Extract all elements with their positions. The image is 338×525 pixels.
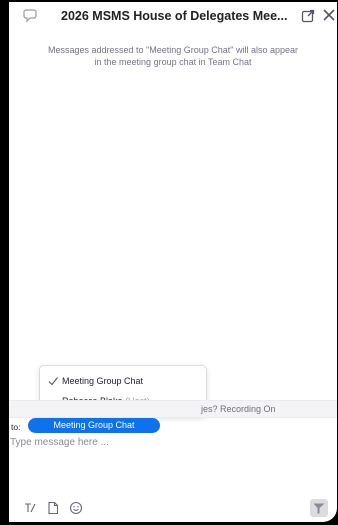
file-icon[interactable] xyxy=(46,501,60,515)
recipient-option-meeting-group-chat[interactable]: Meeting Group Chat xyxy=(40,372,206,390)
popout-icon[interactable] xyxy=(301,9,315,23)
chat-title: 2026 MSMS House of Delegates Mee... xyxy=(61,9,288,23)
recipient-selector-button[interactable]: Meeting Group Chat xyxy=(28,418,160,433)
recipient-option-label: Meeting Group Chat xyxy=(62,376,144,386)
group-chat-notice: Messages addressed to "Meeting Group Cha… xyxy=(47,45,299,67)
chat-bubble-icon[interactable] xyxy=(23,7,39,23)
message-input[interactable] xyxy=(10,434,310,450)
close-icon[interactable] xyxy=(321,7,337,23)
send-button[interactable] xyxy=(310,499,328,517)
to-label: to: xyxy=(11,422,21,432)
send-icon xyxy=(313,503,325,514)
recording-banner: jes? Recording On xyxy=(9,400,337,418)
recording-status-text: jes? Recording On xyxy=(201,404,276,414)
chat-header: 2026 MSMS House of Delegates Mee... xyxy=(9,2,337,38)
chat-window: 2026 MSMS House of Delegates Mee... Mess… xyxy=(9,2,337,522)
format-text-icon[interactable] xyxy=(23,501,37,515)
checkmark-icon xyxy=(48,377,58,386)
emoji-icon[interactable] xyxy=(69,501,83,515)
